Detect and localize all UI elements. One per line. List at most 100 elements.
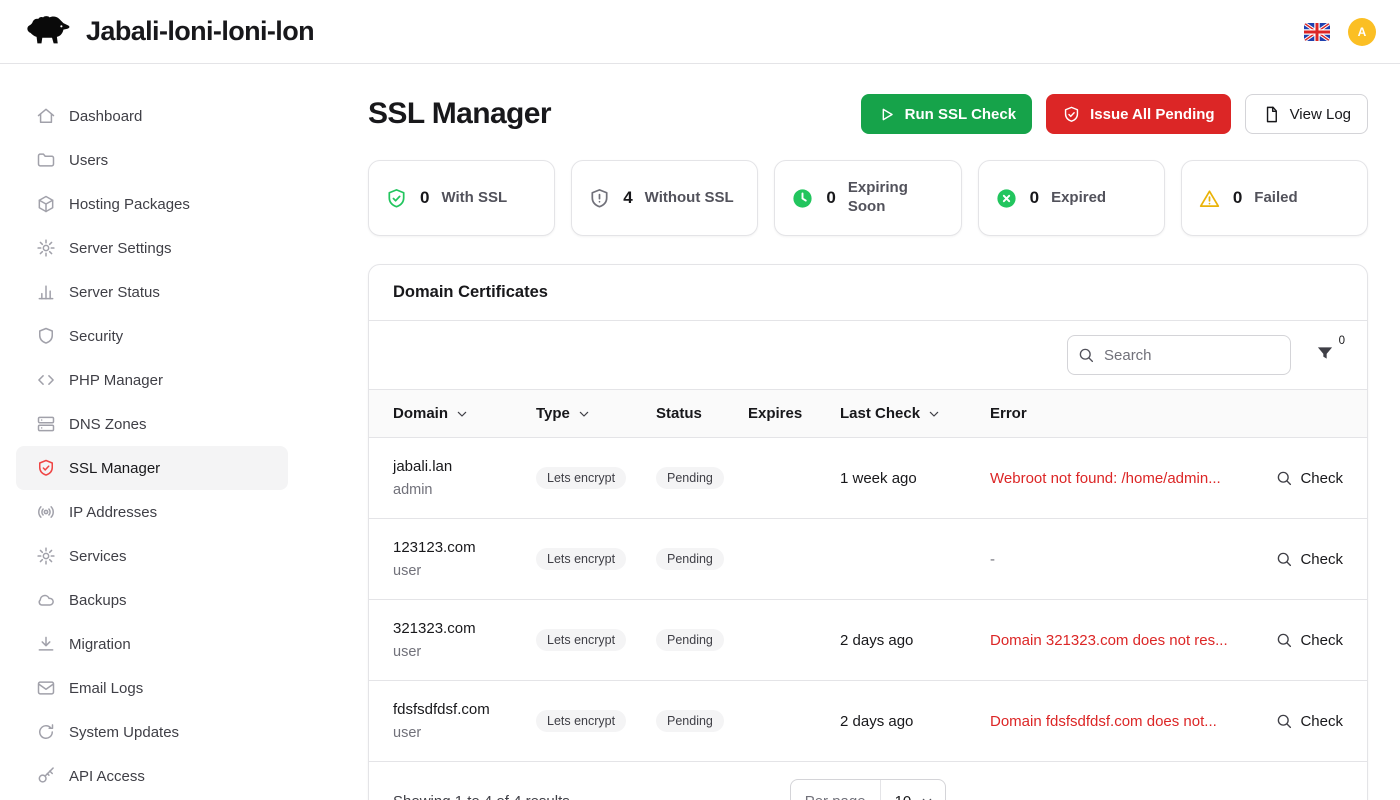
sidebar-item-hosting-packages[interactable]: Hosting Packages (16, 182, 288, 226)
shield-icon (36, 326, 56, 346)
column-header-status: Status (656, 405, 748, 422)
bar-chart-icon (36, 282, 56, 302)
user-avatar[interactable]: A (1348, 18, 1376, 46)
gear-icon (36, 546, 56, 566)
search-icon (1077, 346, 1095, 364)
status-badge: Pending (656, 548, 724, 570)
stat-label: Expired (1051, 189, 1106, 208)
table-row-fdsfsdfdsf-com: fdsfsdfdsf.com user Lets encrypt Pending… (369, 681, 1367, 762)
domain-certificates-card: Domain Certificates 0 DomainTypeStatusEx… (368, 264, 1368, 800)
last-check-cell: 2 days ago (840, 713, 990, 730)
last-check-cell: 2 days ago (840, 632, 990, 649)
check-button[interactable]: Check (1275, 469, 1343, 487)
sidebar-item-label: Backups (69, 592, 127, 609)
domain-user: user (393, 725, 536, 741)
filter-count-badge: 0 (1339, 335, 1345, 347)
x-circle-filled-icon (995, 187, 1018, 210)
sidebar-item-server-settings[interactable]: Server Settings (16, 226, 288, 270)
column-header-domain[interactable]: Domain (393, 405, 536, 422)
shield-check-icon (36, 458, 56, 478)
warning-triangle-icon (1198, 187, 1221, 210)
sidebar-item-services[interactable]: Services (16, 534, 288, 578)
check-button[interactable]: Check (1275, 550, 1343, 568)
stat-label: Failed (1254, 189, 1297, 208)
chevron-down-icon (454, 406, 470, 422)
search-icon (1275, 631, 1293, 649)
sidebar-item-api-access[interactable]: API Access (16, 754, 288, 798)
brand: Jabali-loni-loni-lon (24, 13, 314, 51)
per-page-label: Per page (791, 793, 880, 800)
domain-cell: jabali.lan admin (393, 458, 536, 498)
search-input[interactable] (1067, 335, 1291, 375)
table-row-321323-com: 321323.com user Lets encrypt Pending 2 d… (369, 600, 1367, 681)
refresh-icon (36, 722, 56, 742)
check-label: Check (1300, 470, 1343, 487)
sidebar-item-ip-addresses[interactable]: IP Addresses (16, 490, 288, 534)
mail-icon (36, 678, 56, 698)
language-flag-icon[interactable] (1304, 23, 1330, 41)
column-label: Last Check (840, 405, 920, 422)
stat-value: 0 (1030, 188, 1039, 208)
issue-all-pending-button[interactable]: Issue All Pending (1046, 94, 1230, 134)
sidebar-item-dns-zones[interactable]: DNS Zones (16, 402, 288, 446)
type-badge: Lets encrypt (536, 629, 626, 651)
sidebar-item-php-manager[interactable]: PHP Manager (16, 358, 288, 402)
page-title: SSL Manager (368, 97, 551, 131)
stat-value: 0 (1233, 188, 1242, 208)
last-check-cell: 1 week ago (840, 470, 990, 487)
stat-label: With SSL (441, 189, 507, 208)
sidebar-item-ssl-manager[interactable]: SSL Manager (16, 446, 288, 490)
view-log-button[interactable]: View Log (1245, 94, 1368, 134)
run-ssl-check-label: Run SSL Check (905, 106, 1016, 123)
sidebar-item-backups[interactable]: Backups (16, 578, 288, 622)
top-right-controls: A (1304, 18, 1376, 46)
domain-cell: fdsfsdfdsf.com user (393, 701, 536, 741)
column-label: Domain (393, 405, 448, 422)
sidebar-item-server-status[interactable]: Server Status (16, 270, 288, 314)
shield-check-icon (1062, 105, 1081, 124)
stats-row: 0 With SSL 4 Without SSL 0 Expiring Soon… (368, 160, 1368, 236)
column-header-type[interactable]: Type (536, 405, 656, 422)
type-badge: Lets encrypt (536, 710, 626, 732)
sidebar-item-label: SSL Manager (69, 460, 160, 477)
clock-filled-icon (791, 187, 814, 210)
status-badge: Pending (656, 467, 724, 489)
sidebar-item-system-updates[interactable]: System Updates (16, 710, 288, 754)
column-header-last-check[interactable]: Last Check (840, 405, 990, 422)
check-label: Check (1300, 713, 1343, 730)
filter-button[interactable]: 0 (1315, 344, 1335, 367)
check-label: Check (1300, 551, 1343, 568)
sidebar-item-migration[interactable]: Migration (16, 622, 288, 666)
check-button[interactable]: Check (1275, 712, 1343, 730)
stat-label: Expiring Soon (848, 179, 945, 217)
sidebar-item-dashboard[interactable]: Dashboard (16, 94, 288, 138)
sidebar-item-label: Email Logs (69, 680, 143, 697)
package-icon (36, 194, 56, 214)
sidebar-item-label: PHP Manager (69, 372, 163, 389)
check-button[interactable]: Check (1275, 631, 1343, 649)
sidebar-item-email-logs[interactable]: Email Logs (16, 666, 288, 710)
domain-name: fdsfsdfdsf.com (393, 701, 536, 718)
run-ssl-check-button[interactable]: Run SSL Check (861, 94, 1032, 134)
sidebar-item-label: Users (69, 152, 108, 169)
column-label: Status (656, 405, 702, 422)
search-box (1067, 335, 1291, 375)
stat-value: 4 (623, 188, 632, 208)
shield-check-icon (385, 187, 408, 210)
stat-value: 0 (420, 188, 429, 208)
sidebar-item-label: IP Addresses (69, 504, 157, 521)
app-title: Jabali-loni-loni-lon (86, 16, 314, 47)
sidebar-item-security[interactable]: Security (16, 314, 288, 358)
sidebar-nav: Dashboard Users Hosting Packages Server … (0, 64, 320, 800)
sidebar-item-label: Server Settings (69, 240, 172, 257)
sidebar-item-users[interactable]: Users (16, 138, 288, 182)
per-page-select[interactable]: Per page 10 (790, 779, 947, 800)
stat-label: Without SSL (645, 189, 734, 208)
sidebar-item-label: Migration (69, 636, 131, 653)
folder-icon (36, 150, 56, 170)
domain-name: jabali.lan (393, 458, 536, 475)
gear-icon (36, 238, 56, 258)
server-stack-icon (36, 414, 56, 434)
sidebar-item-label: API Access (69, 768, 145, 785)
stat-card-expired: 0 Expired (978, 160, 1165, 236)
